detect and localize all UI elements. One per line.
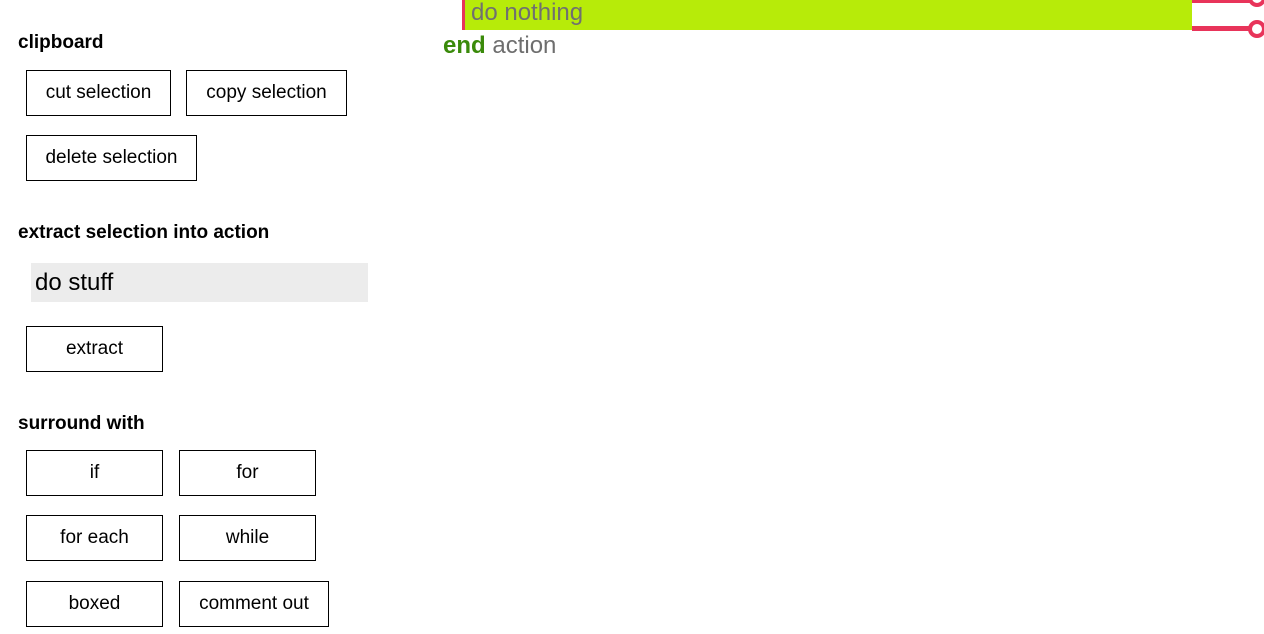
surround-while-button[interactable]: while [179,515,316,561]
editor-window: clipboard cut selection copy selection d… [0,0,1264,634]
extract-button[interactable]: extract [26,326,163,372]
surround-for-each-button[interactable]: for each [26,515,163,561]
selection-start-handle-bar [1192,0,1254,3]
selection-end-handle-bar [1192,26,1254,31]
selected-statement[interactable]: do nothing [462,0,1192,30]
surround-comment-out-button[interactable]: comment out [179,581,329,627]
end-target: action [492,32,557,59]
surround-if-button[interactable]: if [26,450,163,496]
end-keyword: end [443,32,486,59]
copy-selection-button[interactable]: copy selection [186,70,347,116]
statement-text: do nothing [471,0,584,26]
surround-heading: surround with [18,413,145,434]
code-editor[interactable]: do nothing end action [420,0,1264,634]
surround-for-button[interactable]: for [179,450,316,496]
selection-start-handle[interactable] [1248,0,1264,7]
selection-actions-panel: clipboard cut selection copy selection d… [0,0,420,634]
cut-selection-button[interactable]: cut selection [26,70,171,116]
delete-selection-button[interactable]: delete selection [26,135,197,181]
surround-boxed-button[interactable]: boxed [26,581,163,627]
action-name-input[interactable] [31,263,368,302]
clipboard-heading: clipboard [18,32,104,53]
extract-heading: extract selection into action [18,222,270,243]
selection-end-handle[interactable] [1248,20,1264,38]
end-action-line: end action [443,32,556,60]
